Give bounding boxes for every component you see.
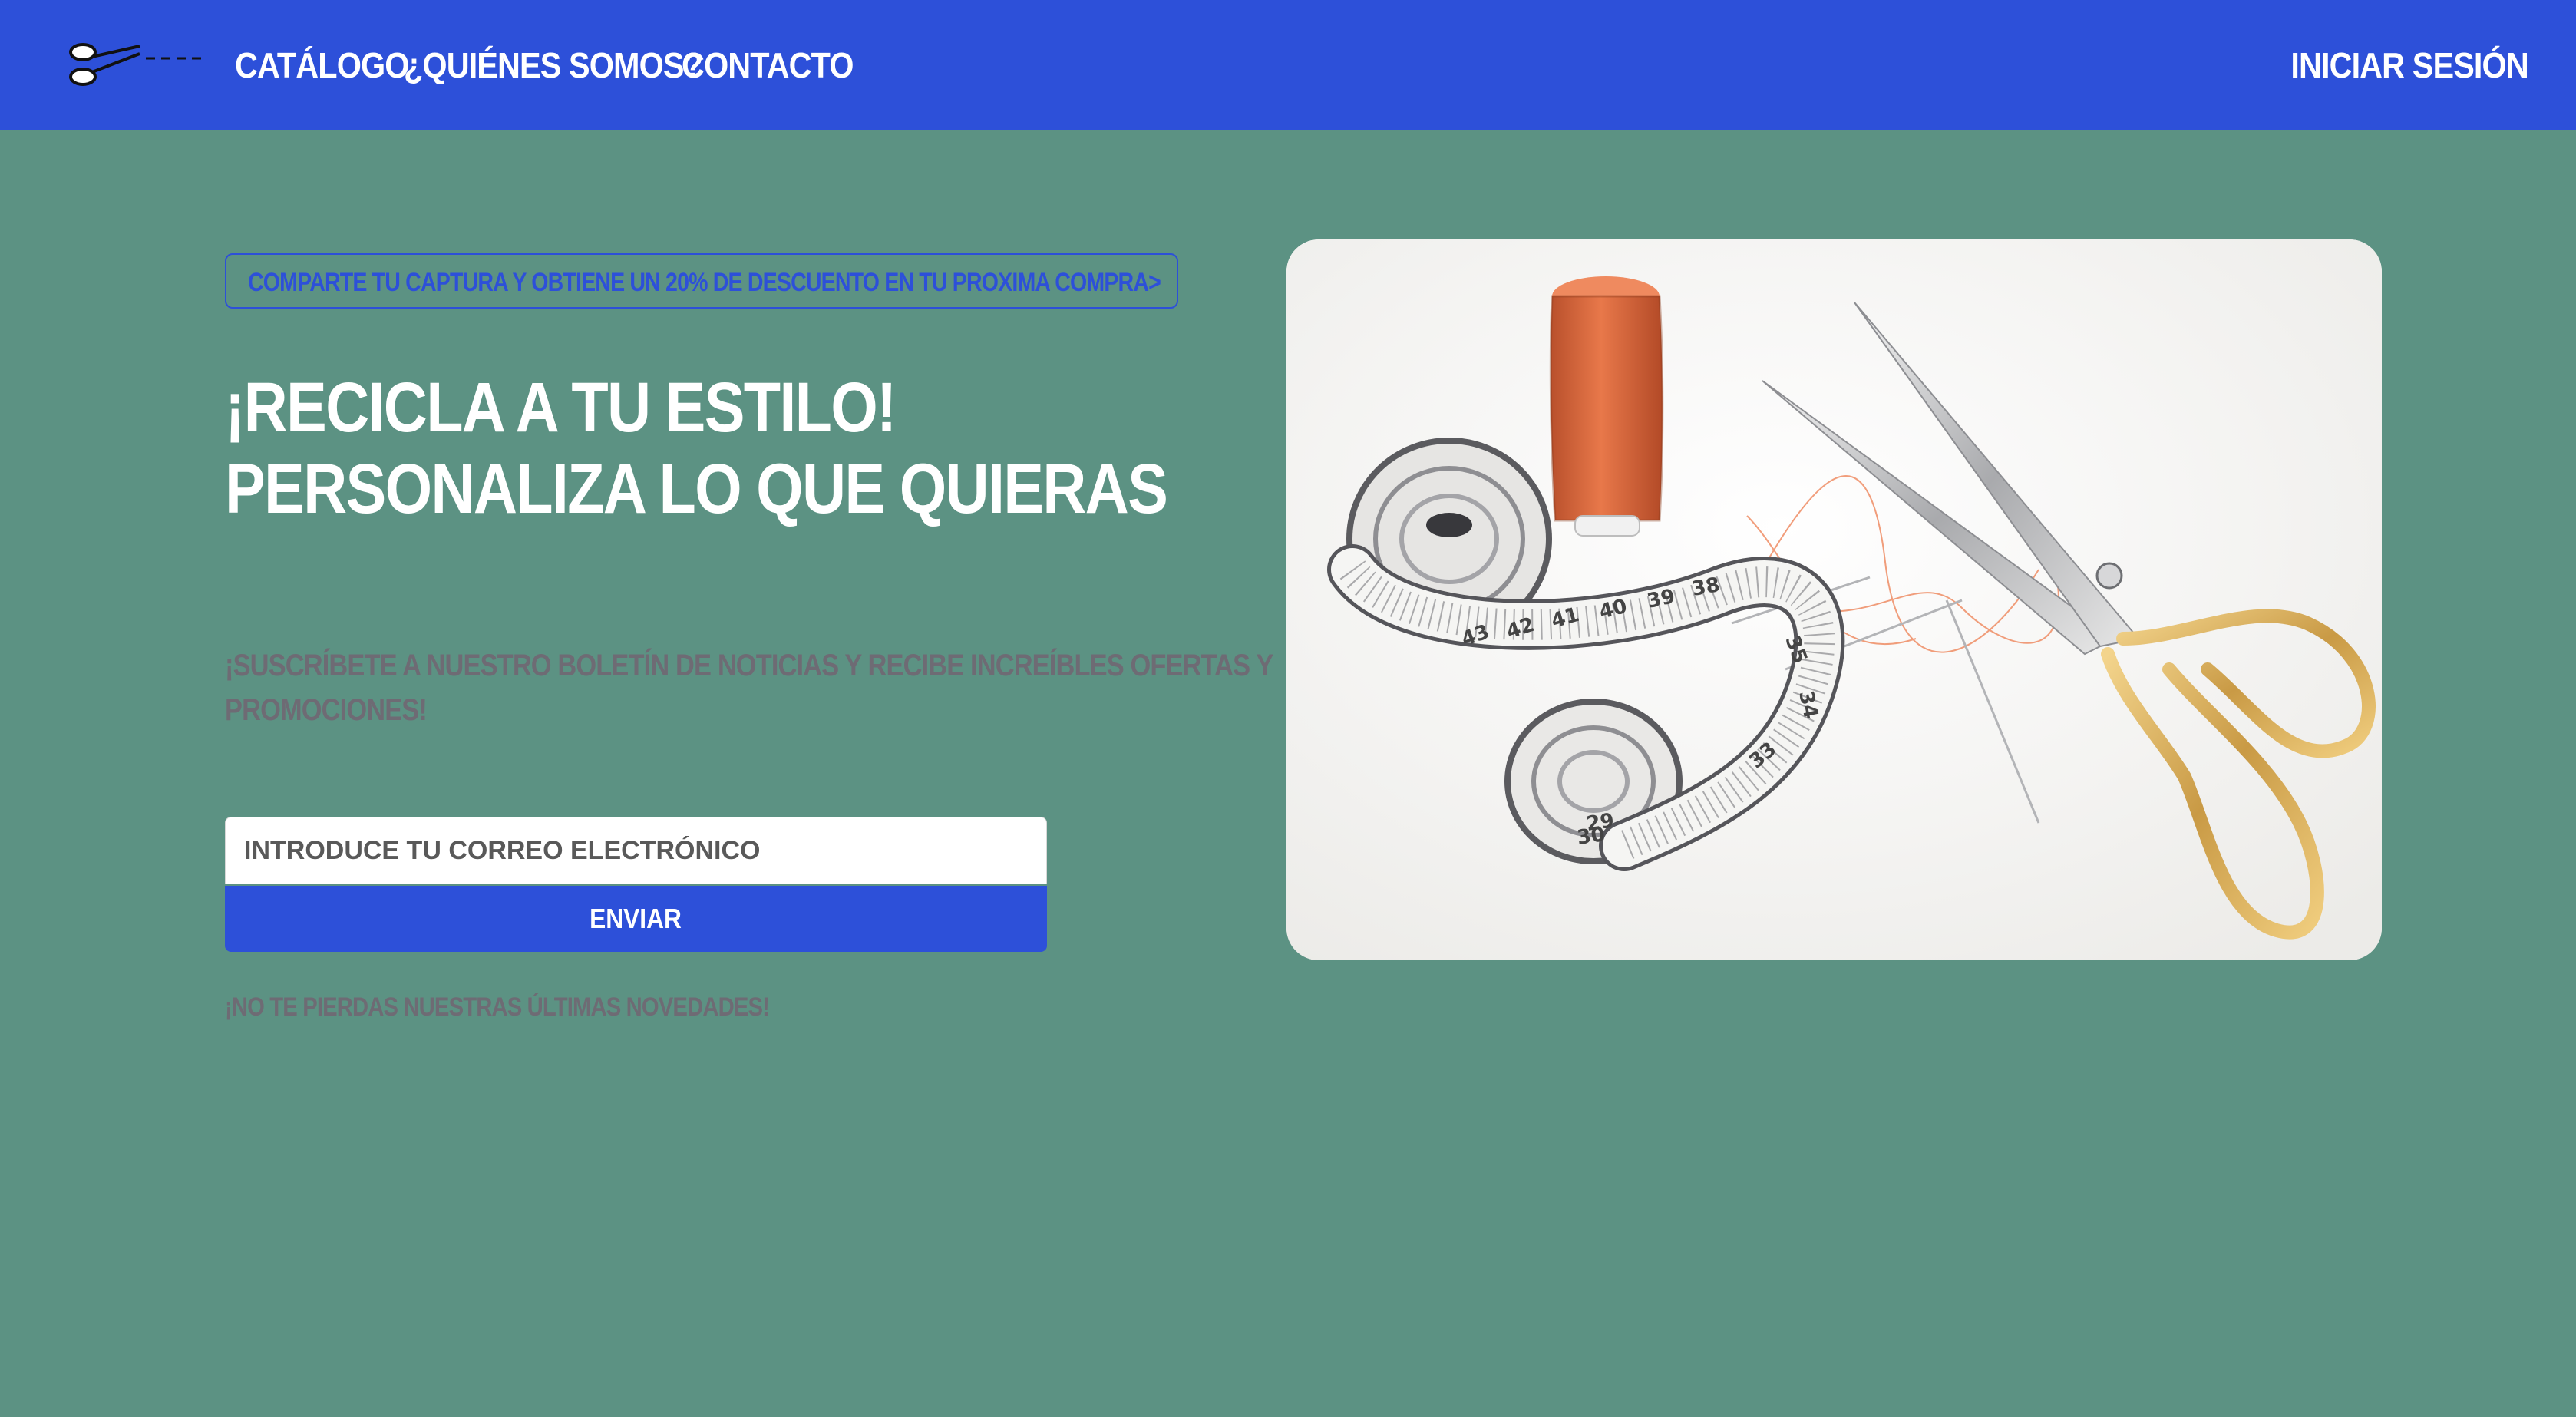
- subscribe-text-line-1: ¡SUSCRÍBETE A NUESTRO BOLETÍN DE NOTICIA…: [225, 649, 1273, 682]
- hero-title-line-2: PERSONALIZA LO QUE QUIERAS: [225, 450, 1168, 528]
- thread-spool-image: [1549, 276, 1664, 537]
- subscribe-text: ¡SUSCRÍBETE A NUESTRO BOLETÍN DE NOTICIA…: [225, 643, 1444, 732]
- navbar: CATÁLOGO ¿QUIÉNES SOMOS? CONTACTO INICIA…: [0, 0, 2576, 130]
- hero-title-line-1: ¡RECICLA A TU ESTILO!: [225, 368, 897, 447]
- hero-image: 30 29 43 42 41 40 39 38 35 34 33: [1286, 239, 2382, 960]
- submit-button-label: ENVIAR: [590, 903, 682, 934]
- nav-link-contacto[interactable]: CONTACTO: [682, 42, 854, 88]
- tape-label-38: 38: [1690, 573, 1722, 601]
- login-link[interactable]: INICIAR SESIÓN: [2291, 42, 2529, 88]
- logo-scissors-icon[interactable]: [66, 37, 204, 92]
- promo-banner-text: COMPARTE TU CAPTURA Y OBTIENE UN 20% DE …: [248, 268, 1161, 297]
- submit-button[interactable]: ENVIAR: [225, 886, 1047, 952]
- hero-title: ¡RECICLA A TU ESTILO! PERSONALIZA LO QUE…: [225, 367, 1320, 530]
- email-input[interactable]: [225, 817, 1047, 884]
- newsletter-footnote: ¡NO TE PIERDAS NUESTRAS ÚLTIMAS NOVEDADE…: [225, 993, 770, 1022]
- tape-label-29: 29: [1585, 809, 1616, 836]
- sewing-supplies-illustration: 30 29 43 42 41 40 39 38 35 34 33: [1286, 239, 2382, 960]
- promo-banner[interactable]: COMPARTE TU CAPTURA Y OBTIENE UN 20% DE …: [225, 253, 1178, 309]
- nav-link-catalogo[interactable]: CATÁLOGO: [235, 42, 410, 88]
- nav-link-quienes-somos[interactable]: ¿QUIÉNES SOMOS?: [404, 42, 703, 88]
- subscribe-text-line-2: PROMOCIONES!: [225, 693, 428, 727]
